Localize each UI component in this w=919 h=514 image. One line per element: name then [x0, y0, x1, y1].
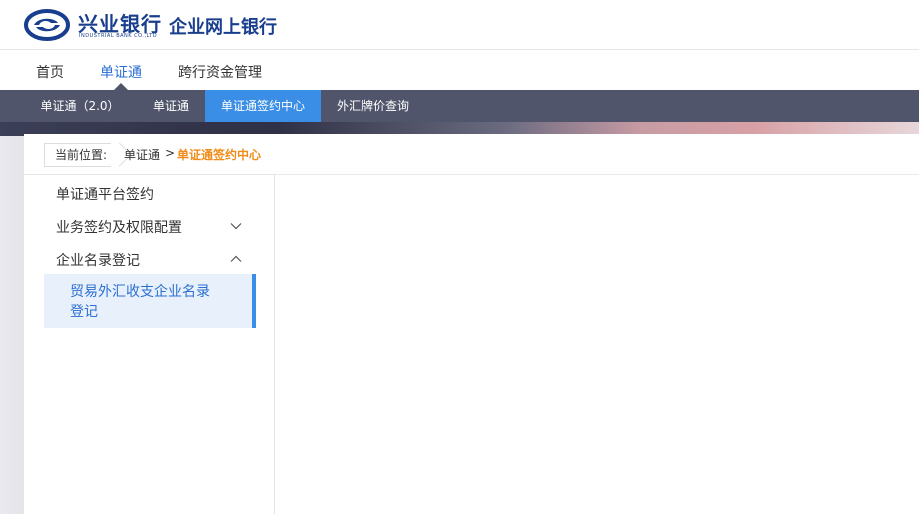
breadcrumb: 当前位置: 单证通 > 单证通签约中心: [24, 134, 919, 175]
active-nav-caret: [114, 83, 128, 90]
product-name: 企业网上银行: [169, 17, 277, 38]
breadcrumb-label: 当前位置:: [44, 143, 112, 167]
chevron-up-icon[interactable]: [230, 253, 242, 265]
sub-nav: 单证通（2.0） 单证通 单证通签约中心 外汇牌价查询: [0, 90, 919, 122]
main-nav: 首页 单证通 跨行资金管理: [0, 50, 919, 90]
sidebar-item-enterprise-registry[interactable]: 企业名录登记: [56, 250, 140, 270]
main-content-area: [275, 175, 919, 514]
chevron-down-icon[interactable]: [230, 220, 242, 232]
sidebar-item-platform-signing[interactable]: 单证通平台签约: [56, 184, 154, 204]
sub-nav-danzhengtong[interactable]: 单证通: [140, 90, 202, 122]
industrial-bank-logo-icon: [24, 9, 70, 41]
sidebar-subitem-trade-fx-registry[interactable]: 贸易外汇收支企业名录登记: [44, 274, 256, 328]
sub-nav-danzhengtong-2[interactable]: 单证通（2.0）: [30, 90, 130, 122]
sub-nav-signing-center[interactable]: 单证通签约中心: [205, 90, 321, 122]
sidebar: 单证通平台签约 业务签约及权限配置 企业名录登记 贸易外汇收支企业名录登记: [24, 175, 275, 514]
main-nav-cross-bank-fund[interactable]: 跨行资金管理: [178, 62, 262, 82]
sub-nav-fx-rate-query[interactable]: 外汇牌价查询: [328, 90, 418, 122]
sidebar-item-business-signing[interactable]: 业务签约及权限配置: [56, 217, 182, 237]
header: 兴业银行 INDUSTRIAL BANK CO.,LTD 企业网上银行: [0, 0, 919, 50]
breadcrumb-parent[interactable]: 单证通: [124, 146, 160, 163]
breadcrumb-separator: >: [165, 146, 176, 160]
main-nav-home[interactable]: 首页: [36, 62, 64, 82]
bank-logo-english: INDUSTRIAL BANK CO.,LTD: [79, 33, 158, 39]
main-nav-danzhengtong[interactable]: 单证通: [100, 62, 142, 82]
sidebar-subitem-label: 贸易外汇收支企业名录登记: [70, 284, 210, 320]
content-panel: 当前位置: 单证通 > 单证通签约中心 单证通平台签约 业务签约及权限配置 企业…: [24, 134, 919, 514]
breadcrumb-current: 单证通签约中心: [177, 148, 262, 162]
